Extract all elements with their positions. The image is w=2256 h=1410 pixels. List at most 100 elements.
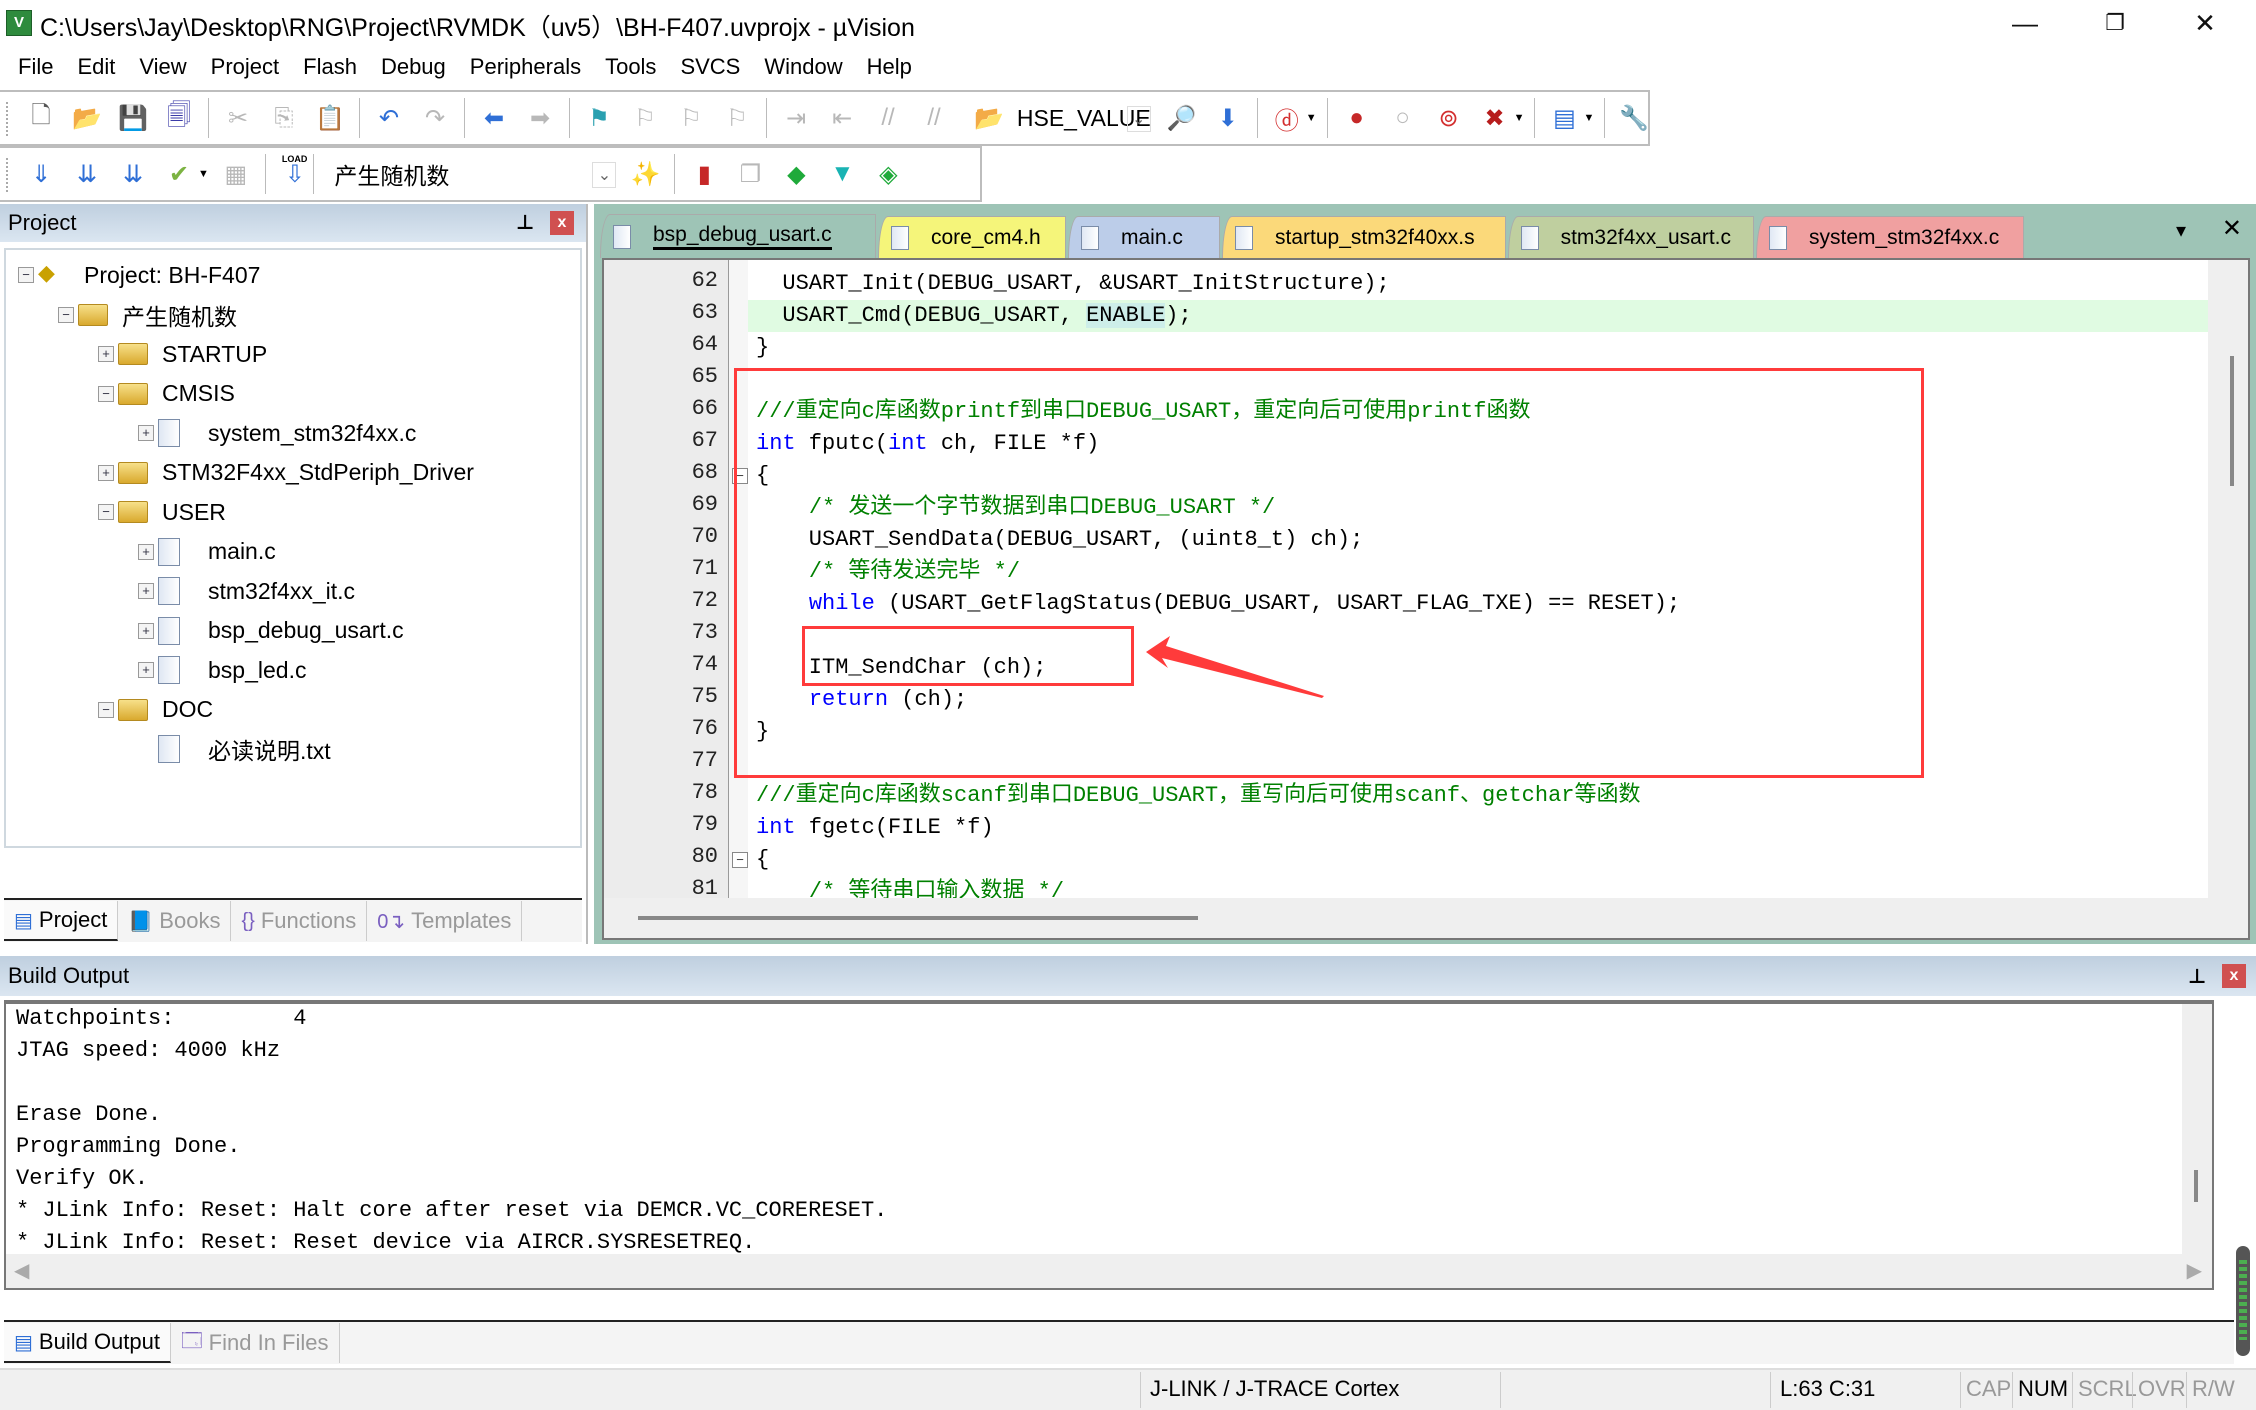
download-icon[interactable]: ⇩ [277,154,313,194]
vertical-scrollbar[interactable] [2208,260,2248,900]
tree-item-file[interactable]: 必读说明.txt [138,732,331,766]
toolbar-grip[interactable] [6,158,9,192]
build-icon[interactable]: ⇊ [69,154,105,194]
file-tab[interactable]: stm32f4xx_usart.c [1508,216,1754,258]
bookmark-clear-icon[interactable]: ⚐ [719,98,755,138]
tree-item-folder-open[interactable]: − USER [98,495,226,529]
save-icon[interactable]: 💾 [115,98,151,138]
pack-installer-icon[interactable]: ◈ [870,154,906,194]
toolbar-grip[interactable] [6,102,9,136]
code-line[interactable]: USART_Init(DEBUG_USART, &USART_InitStruc… [756,268,1389,300]
expand-icon[interactable]: + [138,662,154,678]
dropdown-arrow-icon[interactable]: ▼ [198,168,209,180]
navigate-back-icon[interactable]: ⬅ [476,98,512,138]
collapse-icon[interactable]: − [18,267,34,283]
insert-breakpoint-icon[interactable]: ● [1339,98,1375,138]
target-combo[interactable]: 产生随机数 ⌄ [326,156,617,192]
configure-icon[interactable]: 🔧 [1616,98,1652,138]
code-line[interactable]: return (ch); [756,684,967,716]
paste-icon[interactable]: 📋 [312,98,348,138]
code-line[interactable]: /* 发送一个字节数据到串口DEBUG_USART */ [756,492,1275,524]
minimize-button[interactable]: — [1980,0,2070,46]
menu-project[interactable]: Project [201,50,289,86]
tree-item-folder-open[interactable]: − CMSIS [98,377,235,411]
menu-flash[interactable]: Flash [293,50,367,86]
tab-project[interactable]: ▤ Project [4,901,119,941]
menu-file[interactable]: File [8,50,63,86]
manage-components-icon[interactable]: ▮ [686,154,722,194]
code-line[interactable]: ITM_SendChar (ch); [756,652,1047,684]
rebuild-icon[interactable]: ⇊ [115,154,151,194]
fold-collapse-icon[interactable]: − [732,852,748,868]
file-tab[interactable]: main.c [1068,216,1220,258]
maximize-button[interactable]: ❐ [2070,0,2160,46]
translate-icon[interactable]: ⇓ [23,154,59,194]
file-tab[interactable]: core_cm4.h [878,216,1066,258]
manage-packs-icon[interactable]: ◆ [778,154,814,194]
vertical-scrollbar[interactable] [2182,1004,2212,1260]
file-tab[interactable]: system_stm32f4xx.c [1756,216,2024,258]
menu-help[interactable]: Help [857,50,922,86]
dropdown-arrow-icon[interactable]: ▼ [1306,112,1317,124]
scrollbar-thumb[interactable] [2194,1170,2198,1202]
dropdown-arrow-icon[interactable]: ▼ [1583,112,1594,124]
navigate-forward-icon[interactable]: ➡ [522,98,558,138]
code-line[interactable]: ///重定向c库函数printf到串口DEBUG_USART，重定向后可使用pr… [756,396,1530,428]
pin-icon[interactable]: ⊥ [2188,964,2206,989]
file-tab[interactable]: bsp_debug_usart.c [600,214,876,258]
collapse-icon[interactable]: − [58,306,74,323]
chevron-down-icon[interactable]: ⌄ [592,162,617,188]
find-icon[interactable]: 🔎 [1164,98,1200,138]
window-layout-icon[interactable]: ▤ [1546,98,1582,138]
code-line[interactable]: ///重定向c库函数scanf到串口DEBUG_USART，重写向后可使用sca… [756,780,1640,812]
incremental-find-icon[interactable]: ⬇ [1210,98,1246,138]
close-panel-button[interactable]: x [550,211,574,235]
bookmark-next-icon[interactable]: ⚐ [673,98,709,138]
collapse-icon[interactable]: − [98,385,114,402]
select-packs-icon[interactable]: ▼ [824,154,860,194]
code-line[interactable]: int fputc(int ch, FILE *f) [756,428,1099,460]
scroll-left-icon[interactable]: ◀ [14,1258,29,1283]
tree-item-target[interactable]: − 产生随机数 [58,298,237,332]
bookmark-prev-icon[interactable]: ⚐ [627,98,663,138]
tree-item-file[interactable]: + system_stm32f4xx.c [138,416,416,450]
tree-item-folder[interactable]: + STARTUP [98,337,267,371]
tree-item-file[interactable]: + bsp_debug_usart.c [138,614,404,648]
scrollbar-thumb[interactable] [638,916,1198,920]
expand-icon[interactable]: + [138,583,154,599]
undo-icon[interactable]: ↶ [371,98,407,138]
build-output-text[interactable]: Watchpoints: 4 JTAG speed: 4000 kHz Erase … [4,1000,2214,1290]
menu-window[interactable]: Window [754,50,852,86]
tree-item-folder-open[interactable]: − DOC [98,693,213,727]
disable-all-breakpoints-icon[interactable]: ⊚ [1431,98,1467,138]
new-file-icon[interactable]: 🗋 [23,98,59,138]
redo-icon[interactable]: ↷ [417,98,453,138]
code-line[interactable]: { [756,460,769,492]
uncomment-icon[interactable]: // [916,98,952,138]
tree-item-folder[interactable]: + STM32F4xx_StdPeriph_Driver [98,456,474,490]
unindent-icon[interactable]: ⇤ [824,98,860,138]
file-extensions-icon[interactable]: ❐ [732,154,768,194]
cut-icon[interactable]: ✂ [220,98,256,138]
tree-item-file[interactable]: + main.c [138,535,276,569]
tree-item-project[interactable]: − ◆ Project: BH-F407 [18,258,260,292]
target-options-icon[interactable]: ✨ [627,154,663,194]
file-tab[interactable]: startup_stm32f40xx.s [1222,216,1506,258]
tab-build-output[interactable]: ▤ Build Output [4,1323,171,1363]
open-file-icon[interactable]: 📂 [69,98,105,138]
menu-debug[interactable]: Debug [371,50,456,86]
copy-icon[interactable]: ⎘ [266,98,302,138]
expand-icon[interactable]: + [98,346,114,362]
resize-grip[interactable] [2236,1246,2250,1356]
code-line[interactable]: USART_Cmd(DEBUG_USART, ENABLE); [756,300,1192,332]
kill-all-breakpoints-icon[interactable]: ✖ [1477,98,1513,138]
save-all-icon[interactable]: 🗐 [161,98,197,138]
code-line[interactable]: } [756,716,769,748]
expand-icon[interactable]: + [138,622,154,639]
tab-list-dropdown-icon[interactable]: ▾ [2176,218,2186,243]
tree-item-file[interactable]: + stm32f4xx_it.c [138,574,355,608]
horizontal-scrollbar[interactable]: ◀ ▶ [6,1254,2212,1288]
find-in-files-icon[interactable]: 📂 [974,98,1004,138]
close-panel-button[interactable]: x [2222,964,2246,988]
comment-icon[interactable]: // [870,98,906,138]
